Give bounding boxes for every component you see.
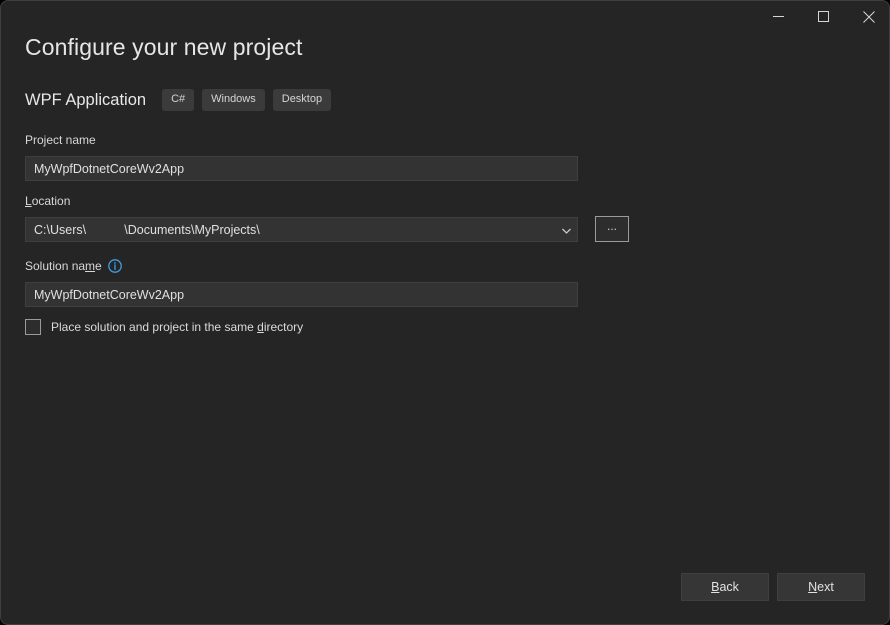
next-button-suffix: ext — [817, 580, 834, 594]
template-name: WPF Application — [25, 91, 146, 110]
solution-name-label-row: Solution name — [25, 259, 122, 273]
minimize-icon — [773, 11, 784, 22]
close-icon — [863, 11, 875, 23]
page-title: Configure your new project — [25, 34, 302, 61]
configure-project-dialog: Configure your new project WPF Applicati… — [0, 0, 890, 625]
location-combobox[interactable] — [25, 217, 578, 242]
tag-project-type: Desktop — [273, 89, 331, 111]
back-button-accel: B — [711, 580, 719, 594]
template-summary-row: WPF Application C# Windows Desktop — [25, 87, 339, 113]
close-button[interactable] — [846, 1, 890, 32]
browse-location-button[interactable]: ... — [595, 216, 629, 242]
solution-name-label-suffix: e — [95, 259, 102, 273]
back-button-suffix: ack — [719, 580, 738, 594]
solution-name-label-prefix: Solution na — [25, 259, 85, 273]
same-dir-label-suffix: irectory — [264, 320, 303, 334]
maximize-icon — [818, 11, 829, 22]
location-label-accel: L — [25, 194, 32, 208]
next-button[interactable]: Next — [777, 573, 865, 601]
place-solution-same-directory-row[interactable]: Place solution and project in the same d… — [25, 319, 303, 335]
back-button[interactable]: Back — [681, 573, 769, 601]
place-solution-same-directory-label: Place solution and project in the same d… — [51, 320, 303, 334]
same-dir-label-accel: d — [257, 320, 264, 334]
same-dir-label-prefix: Place solution and project in the same — [51, 320, 257, 334]
minimize-button[interactable] — [756, 1, 801, 32]
solution-name-label: Solution name — [25, 259, 102, 273]
solution-name-label-accel: m — [85, 259, 95, 273]
location-label-suffix: ocation — [32, 194, 71, 208]
project-name-label: Project name — [25, 133, 96, 147]
solution-name-input[interactable] — [25, 282, 578, 307]
tag-language: C# — [162, 89, 194, 111]
maximize-button[interactable] — [801, 1, 846, 32]
title-bar — [1, 1, 890, 32]
location-dropdown-button[interactable] — [556, 218, 577, 241]
chevron-down-icon — [562, 221, 571, 239]
project-name-input[interactable] — [25, 156, 578, 181]
location-input[interactable] — [26, 218, 556, 241]
tag-platform: Windows — [202, 89, 265, 111]
next-button-accel: N — [808, 580, 817, 594]
location-label: Location — [25, 194, 70, 208]
place-solution-same-directory-checkbox[interactable] — [25, 319, 41, 335]
info-icon[interactable] — [108, 259, 122, 273]
